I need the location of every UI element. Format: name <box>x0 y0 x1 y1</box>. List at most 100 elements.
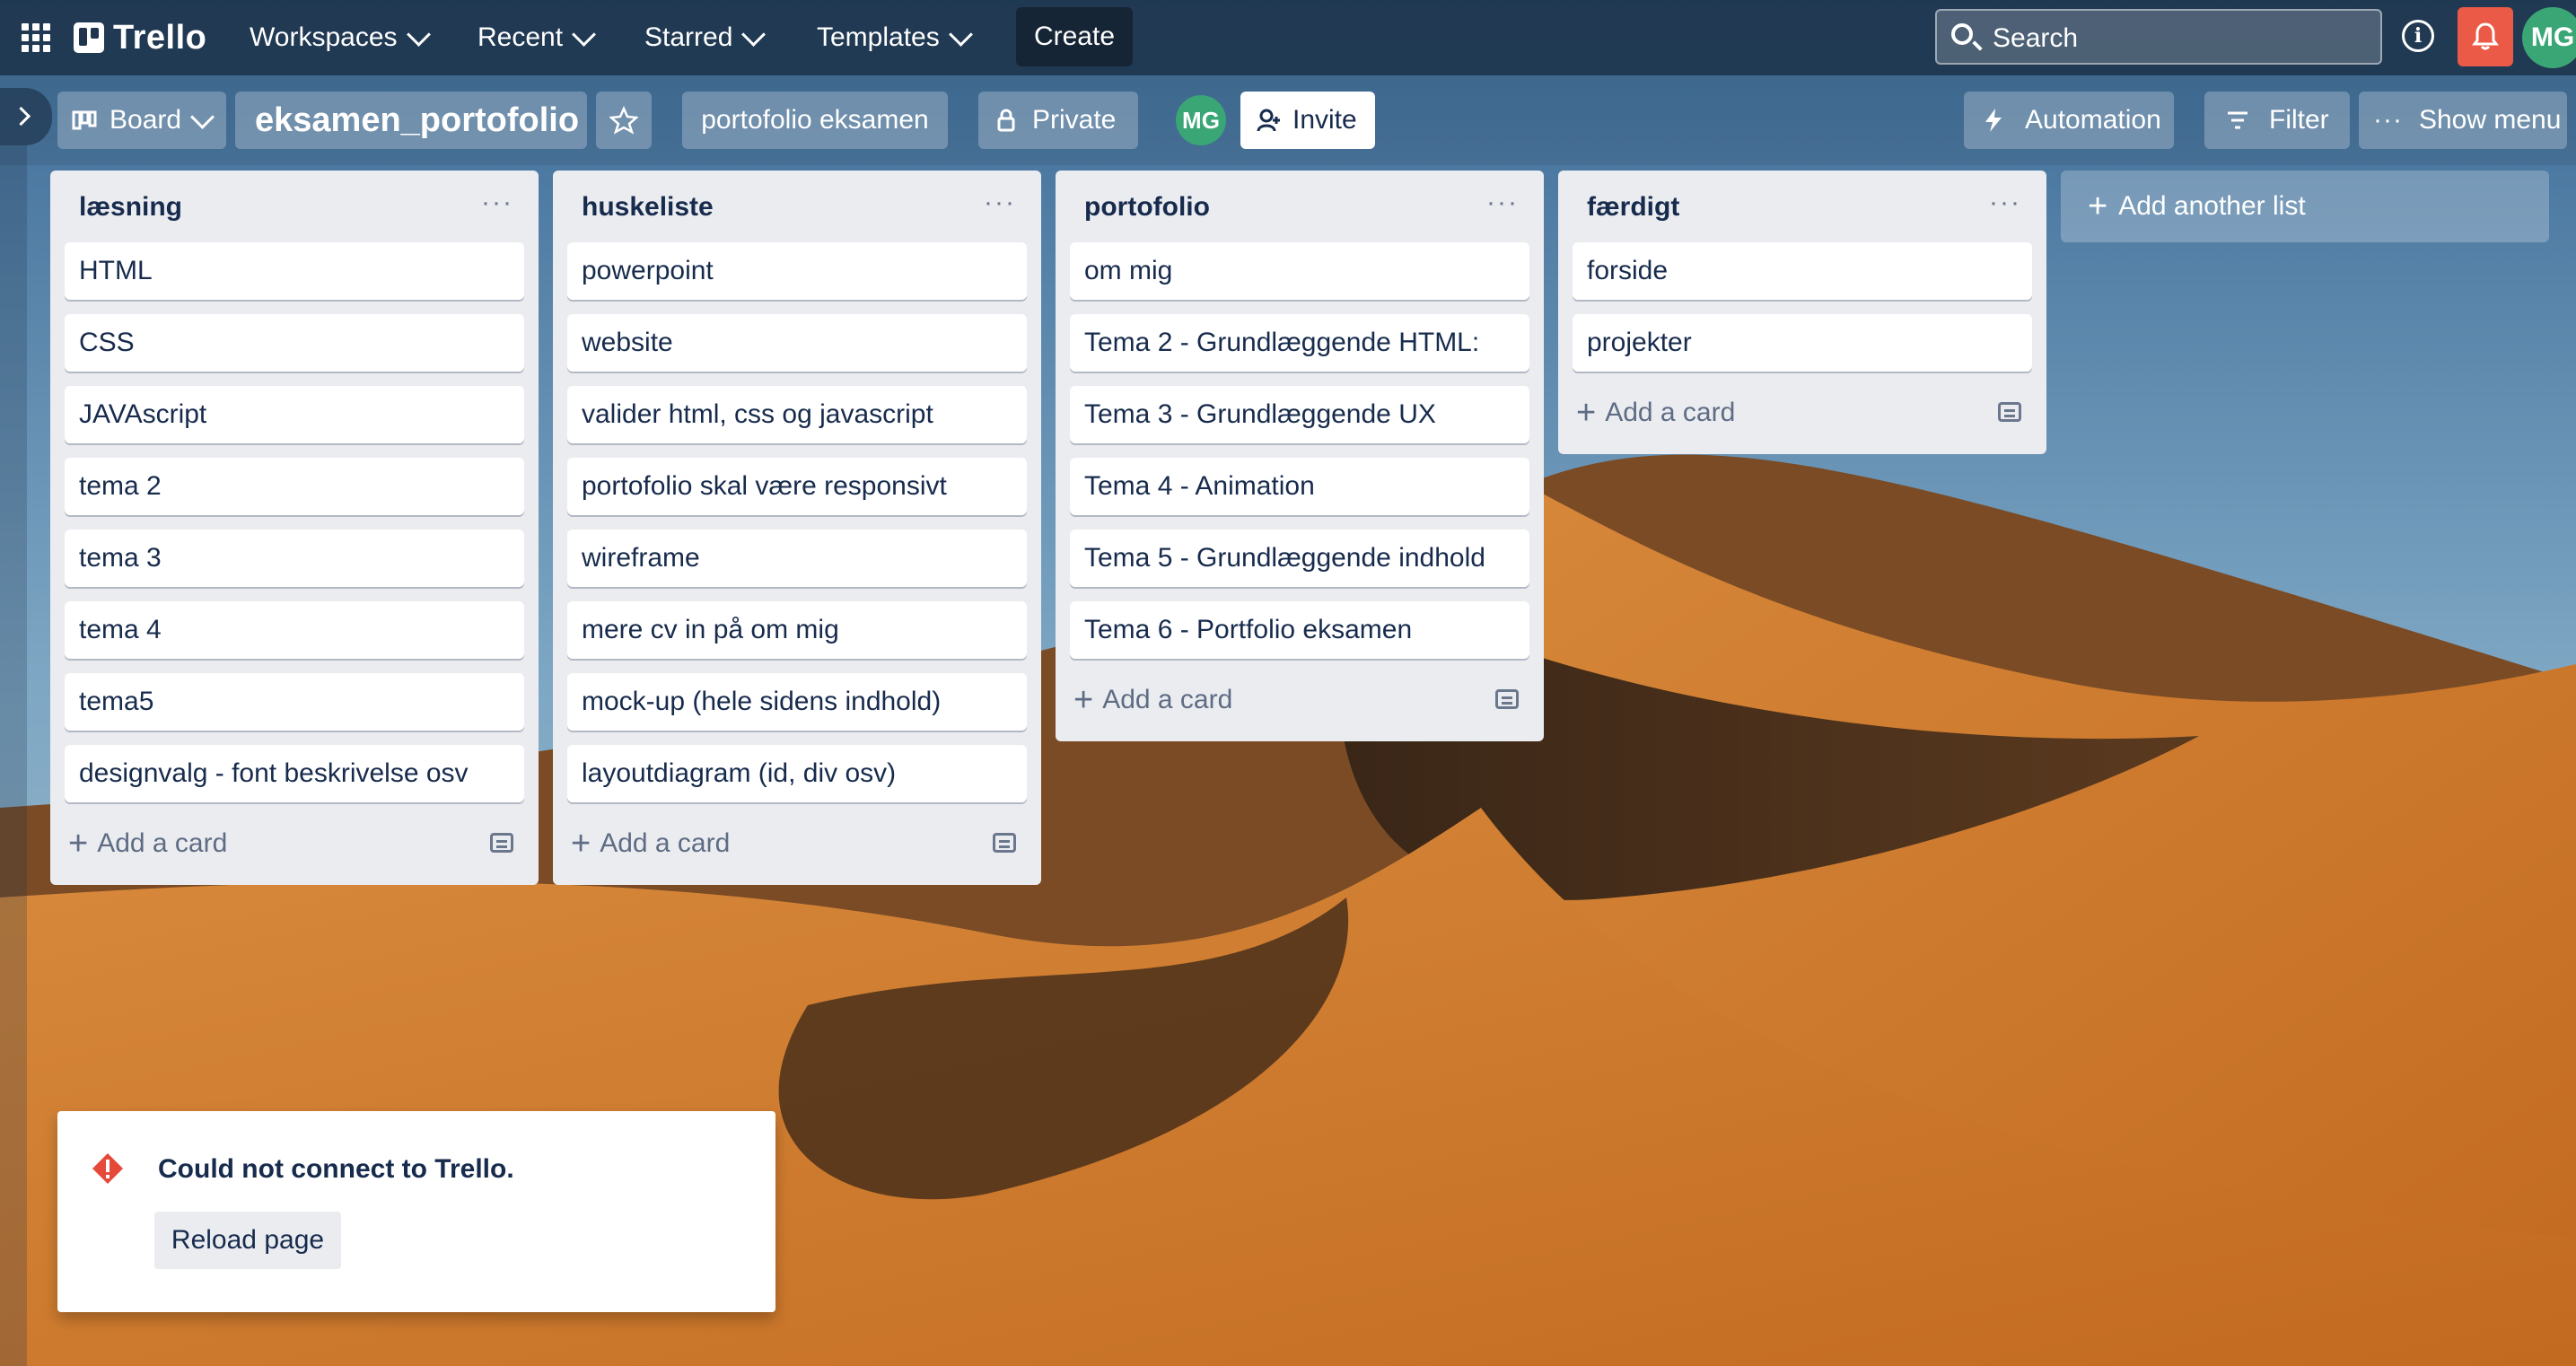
card[interactable]: JAVAscript <box>65 386 524 443</box>
visibility-label: Private <box>1032 105 1117 135</box>
card[interactable]: website <box>567 314 1027 372</box>
card[interactable]: valider html, css og javascript <box>567 386 1027 443</box>
add-card-button[interactable]: + Add a card <box>1576 384 1735 442</box>
create-button[interactable]: Create <box>1016 7 1133 66</box>
add-member-icon <box>1257 109 1280 132</box>
filter-icon <box>2228 111 2247 129</box>
workspace-button[interactable]: portofolio eksamen <box>682 92 948 149</box>
search-input[interactable] <box>1991 18 2371 59</box>
workspace-label: portofolio eksamen <box>701 105 929 135</box>
add-card-button[interactable]: + Add a card <box>571 815 730 872</box>
card-template-icon[interactable] <box>1495 689 1519 709</box>
add-card-button[interactable]: + Add a card <box>1073 671 1232 729</box>
add-card-label: Add a card <box>1102 685 1233 714</box>
star-board-button[interactable] <box>596 92 652 149</box>
chevron-down-icon <box>406 22 431 47</box>
card[interactable]: tema 4 <box>65 601 524 659</box>
show-menu-button[interactable]: ··· Show menu <box>2359 92 2567 149</box>
card[interactable]: Tema 5 - Grundlæggende indhold <box>1070 530 1529 587</box>
connection-error-toast: Could not connect to Trello. Reload page <box>57 1111 775 1312</box>
add-card-label: Add a card <box>97 828 228 858</box>
info-icon[interactable]: i <box>2402 20 2434 52</box>
automation-button[interactable]: Automation <box>1964 92 2174 149</box>
invite-label: Invite <box>1292 105 1357 135</box>
card[interactable]: tema 3 <box>65 530 524 587</box>
list-header[interactable]: læsning ··· <box>50 171 539 244</box>
chevron-down-icon <box>741 22 767 47</box>
list-title[interactable]: portofolio <box>1084 192 1210 223</box>
card[interactable]: mere cv in på om mig <box>567 601 1027 659</box>
list-header[interactable]: færdigt ··· <box>1558 171 2046 244</box>
bell-icon <box>2472 22 2499 50</box>
card[interactable]: Tema 2 - Grundlæggende HTML: <box>1070 314 1529 372</box>
chevron-down-icon <box>190 104 215 129</box>
list-header[interactable]: portofolio ··· <box>1056 171 1544 244</box>
lightning-icon <box>1985 109 2002 132</box>
list-title[interactable]: huskeliste <box>582 192 714 223</box>
card[interactable]: Tema 4 - Animation <box>1070 458 1529 515</box>
card[interactable]: om mig <box>1070 242 1529 300</box>
search-icon <box>1951 23 1973 45</box>
card[interactable]: Tema 3 - Grundlæggende UX <box>1070 386 1529 443</box>
card[interactable]: wireframe <box>567 530 1027 587</box>
card[interactable]: Tema 6 - Portfolio eksamen <box>1070 601 1529 659</box>
card[interactable]: tema5 <box>65 673 524 731</box>
card[interactable]: powerpoint <box>567 242 1027 300</box>
board-member-avatar[interactable]: MG <box>1176 95 1226 145</box>
nav-workspaces-label: Workspaces <box>250 22 398 52</box>
nav-recent[interactable]: Recent <box>478 13 596 63</box>
list-title[interactable]: læsning <box>79 192 182 223</box>
list-title[interactable]: færdigt <box>1587 192 1679 223</box>
board-title[interactable]: eksamen_portofolio <box>235 92 587 149</box>
card-template-icon[interactable] <box>1998 402 2021 422</box>
nav-starred[interactable]: Starred <box>644 13 767 63</box>
plus-icon: + <box>2088 187 2108 225</box>
list-portofolio: portofolio ··· om mig Tema 2 - Grundlægg… <box>1056 171 1544 741</box>
nav-recent-label: Recent <box>478 22 564 52</box>
show-menu-label: Show menu <box>2418 105 2562 135</box>
apps-grid-icon[interactable] <box>20 22 52 54</box>
add-card-label: Add a card <box>600 828 731 858</box>
card[interactable]: projekter <box>1573 314 2032 372</box>
trello-logo-icon <box>74 22 104 53</box>
list-menu-icon[interactable]: ··· <box>984 189 1016 216</box>
top-navigation-bar: Trello Workspaces Recent Starred Templat… <box>0 0 2576 75</box>
more-dots-icon: ··· <box>2373 105 2403 135</box>
collapsed-sidebar <box>0 145 27 1366</box>
visibility-button[interactable]: Private <box>978 92 1138 149</box>
list-menu-icon[interactable]: ··· <box>481 189 513 216</box>
filter-button[interactable]: Filter <box>2204 92 2350 149</box>
card[interactable]: CSS <box>65 314 524 372</box>
chevron-down-icon <box>572 22 596 47</box>
add-card-button[interactable]: + Add a card <box>68 815 227 872</box>
nav-workspaces[interactable]: Workspaces <box>250 13 431 63</box>
list-menu-icon[interactable]: ··· <box>1989 189 2021 216</box>
card[interactable]: mock-up (hele sidens indhold) <box>567 673 1027 731</box>
card-template-icon[interactable] <box>993 833 1016 853</box>
plus-icon: + <box>571 824 591 863</box>
list-menu-icon[interactable]: ··· <box>1486 189 1519 216</box>
card[interactable]: portofolio skal være responsivt <box>567 458 1027 515</box>
list-huskeliste: huskeliste ··· powerpoint website valide… <box>553 171 1041 885</box>
card[interactable]: designvalg - font beskrivelse osv <box>65 745 524 802</box>
card[interactable]: layoutdiagram (id, div osv) <box>567 745 1027 802</box>
notifications-button[interactable] <box>2458 7 2513 66</box>
list-header[interactable]: huskeliste ··· <box>553 171 1041 244</box>
search-box[interactable] <box>1935 9 2382 65</box>
add-list-label: Add another list <box>2118 191 2306 221</box>
card[interactable]: HTML <box>65 242 524 300</box>
card-template-icon[interactable] <box>490 833 513 853</box>
trello-logo[interactable]: Trello <box>74 16 206 59</box>
nav-templates[interactable]: Templates <box>817 13 973 63</box>
board-view-switcher[interactable]: Board <box>57 92 226 149</box>
lock-icon <box>997 109 1015 132</box>
user-avatar[interactable]: MG <box>2522 7 2576 68</box>
expand-sidebar-button[interactable] <box>0 88 52 145</box>
board-title-text: eksamen_portofolio <box>255 101 580 139</box>
invite-button[interactable]: Invite <box>1240 92 1375 149</box>
plus-icon: + <box>1073 680 1094 719</box>
reload-page-button[interactable]: Reload page <box>154 1212 341 1269</box>
card[interactable]: forside <box>1573 242 2032 300</box>
add-another-list-button[interactable]: + Add another list <box>2061 171 2549 242</box>
card[interactable]: tema 2 <box>65 458 524 515</box>
